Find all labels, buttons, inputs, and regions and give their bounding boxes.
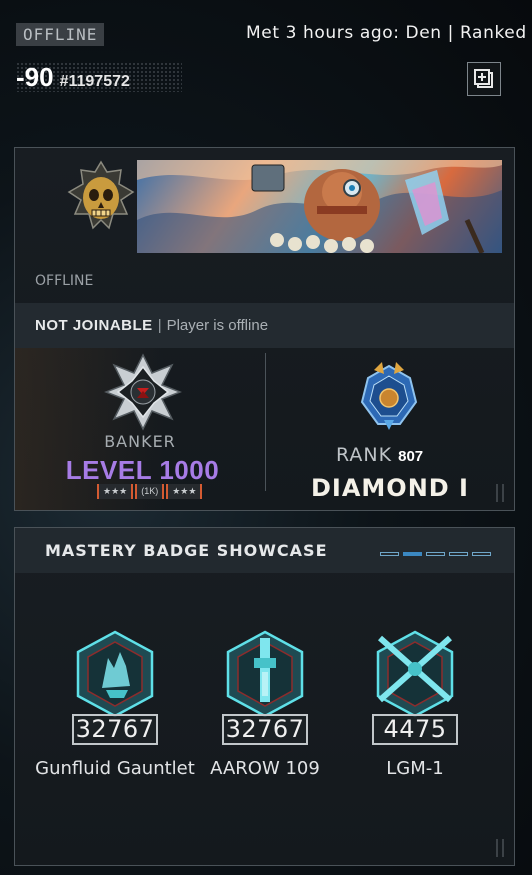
corner-decoration [496, 484, 504, 502]
mastery-header: MASTERY BADGE SHOWCASE [15, 528, 514, 573]
calling-card-banner [137, 160, 502, 253]
joinable-reason: Player is offline [166, 317, 269, 334]
player-id: #1197572 [59, 73, 130, 90]
star-chip-right: ★★★ [166, 484, 203, 499]
score-row: -90 #1197572 [16, 62, 182, 92]
mastery-badge[interactable]: 32767 Gunfluid Gauntlet [35, 628, 195, 788]
badge-weapon-name: AAROW 109 [210, 758, 320, 779]
prestige-emblem-icon [104, 353, 182, 431]
mastery-badge[interactable]: 4475 LGM-1 [335, 628, 495, 788]
rank-line: RANK 807 [336, 444, 423, 466]
badge-kill-count: 32767 [222, 714, 308, 745]
page-dot-1[interactable] [380, 552, 399, 556]
star-chip-center: (1K) [135, 484, 165, 499]
page-dot-5[interactable] [472, 552, 491, 556]
joinable-separator: | [157, 317, 162, 334]
add-plus-icon [474, 69, 493, 88]
rank-label: RANK [336, 444, 393, 466]
prestige-title: BANKER [104, 432, 176, 451]
rank-name: DIAMOND I [310, 474, 469, 502]
add-friend-button[interactable] [467, 62, 501, 96]
joinable-status: NOT JOINABLE [35, 317, 153, 334]
skull-emblem-icon [67, 160, 135, 230]
page-dot-4[interactable] [449, 552, 468, 556]
mastery-badge-card: MASTERY BADGE SHOWCASE 32767 Gunfluid Ga… [14, 527, 515, 866]
crossed-rifles-icon [376, 630, 454, 718]
corner-decoration [496, 839, 504, 857]
rifle-icon [226, 630, 304, 718]
mastery-page-indicator[interactable] [380, 552, 491, 556]
player-profile-card: OFFLINE NOT JOINABLE | Player is offline… [14, 147, 515, 511]
rank-number: 807 [398, 448, 424, 465]
offline-status-badge: OFFLINE [16, 23, 105, 46]
rank-section: RANK 807 DIAMOND I [266, 348, 514, 510]
diamond-rank-icon [360, 362, 418, 430]
page-dot-3[interactable] [426, 552, 445, 556]
presence-text: OFFLINE [35, 273, 94, 289]
player-score: -90 [16, 62, 54, 92]
mastery-title: MASTERY BADGE SHOWCASE [45, 541, 328, 560]
star-chip-left: ★★★ [97, 484, 134, 499]
badge-kill-count: 32767 [72, 714, 158, 745]
badge-weapon-name: Gunfluid Gauntlet [35, 758, 195, 779]
gauntlet-icon [76, 630, 154, 718]
met-info-text: Met 3 hours ago: Den | Ranked Play [246, 23, 532, 43]
level-section: BANKER LEVEL 1000 ★★★ (1K) ★★★ [15, 348, 265, 510]
badge-list: 32767 Gunfluid Gauntlet 32767 AAROW 109 [15, 628, 514, 788]
page-dot-2[interactable] [403, 552, 422, 556]
joinable-status-bar: NOT JOINABLE | Player is offline [15, 303, 514, 348]
badge-weapon-name: LGM-1 [386, 758, 444, 779]
player-level: LEVEL 1000 [65, 455, 220, 485]
mastery-badge[interactable]: 32767 AAROW 109 [185, 628, 345, 788]
badge-kill-count: 4475 [372, 714, 458, 745]
prestige-star-chips: ★★★ (1K) ★★★ [97, 484, 203, 499]
